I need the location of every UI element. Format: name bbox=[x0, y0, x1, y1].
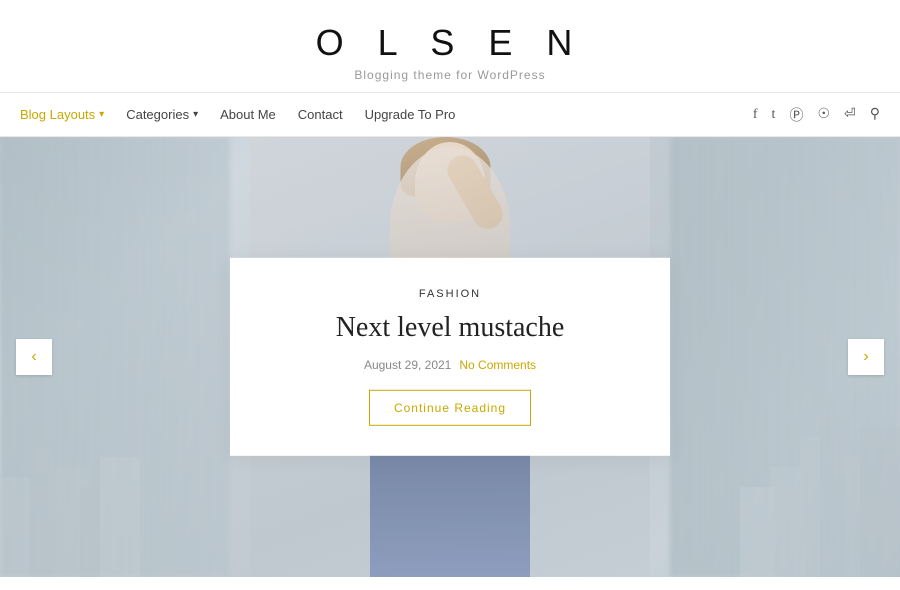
card-category: Fashion bbox=[270, 288, 630, 300]
nav-label-blog-layouts: Blog Layouts bbox=[20, 107, 95, 122]
buildings-left bbox=[0, 397, 250, 577]
twitter-icon[interactable]: t bbox=[772, 107, 776, 123]
slider-next-button[interactable]: › bbox=[848, 339, 884, 375]
rss-icon[interactable]: ⏎ bbox=[844, 106, 856, 123]
site-tagline: Blogging theme for WordPress bbox=[0, 68, 900, 82]
continue-reading-button[interactable]: Continue Reading bbox=[369, 390, 531, 426]
nav-label-categories: Categories bbox=[126, 107, 189, 122]
nav-label-about-me: About Me bbox=[220, 107, 276, 122]
chevron-left-icon: ‹ bbox=[31, 348, 36, 366]
hero-slider: ‹ › Fashion Next level mustache August 2… bbox=[0, 137, 900, 577]
site-header: O L S E N Blogging theme for WordPress bbox=[0, 0, 900, 93]
card-comments[interactable]: No Comments bbox=[459, 358, 536, 372]
nav-label-upgrade: Upgrade To Pro bbox=[365, 107, 456, 122]
nav-left: Blog Layouts ▾ Categories ▾ About Me Con… bbox=[20, 107, 455, 122]
slider-prev-button[interactable]: ‹ bbox=[16, 339, 52, 375]
content-card: Fashion Next level mustache August 29, 2… bbox=[230, 258, 670, 456]
nav-item-about-me[interactable]: About Me bbox=[220, 107, 276, 122]
nav-label-contact: Contact bbox=[298, 107, 343, 122]
chevron-down-icon: ▾ bbox=[193, 109, 198, 120]
facebook-icon[interactable]: f bbox=[753, 107, 758, 123]
nav-item-categories[interactable]: Categories ▾ bbox=[126, 107, 198, 122]
nav-item-upgrade[interactable]: Upgrade To Pro bbox=[365, 107, 456, 122]
globe-icon[interactable]: ☉ bbox=[817, 106, 830, 123]
search-icon[interactable]: ⚲ bbox=[870, 106, 880, 123]
chevron-right-icon: › bbox=[863, 348, 868, 366]
card-date: August 29, 2021 bbox=[364, 358, 451, 372]
chevron-down-icon: ▾ bbox=[99, 109, 104, 120]
nav-item-blog-layouts[interactable]: Blog Layouts ▾ bbox=[20, 107, 104, 122]
main-nav: Blog Layouts ▾ Categories ▾ About Me Con… bbox=[0, 93, 900, 137]
card-meta: August 29, 2021 No Comments bbox=[270, 358, 630, 372]
nav-right: f t Ⓟ ☉ ⏎ ⚲ bbox=[753, 105, 880, 125]
nav-item-contact[interactable]: Contact bbox=[298, 107, 343, 122]
card-title: Next level mustache bbox=[270, 310, 630, 346]
site-title: O L S E N bbox=[0, 22, 900, 64]
pinterest-icon[interactable]: Ⓟ bbox=[789, 105, 803, 125]
